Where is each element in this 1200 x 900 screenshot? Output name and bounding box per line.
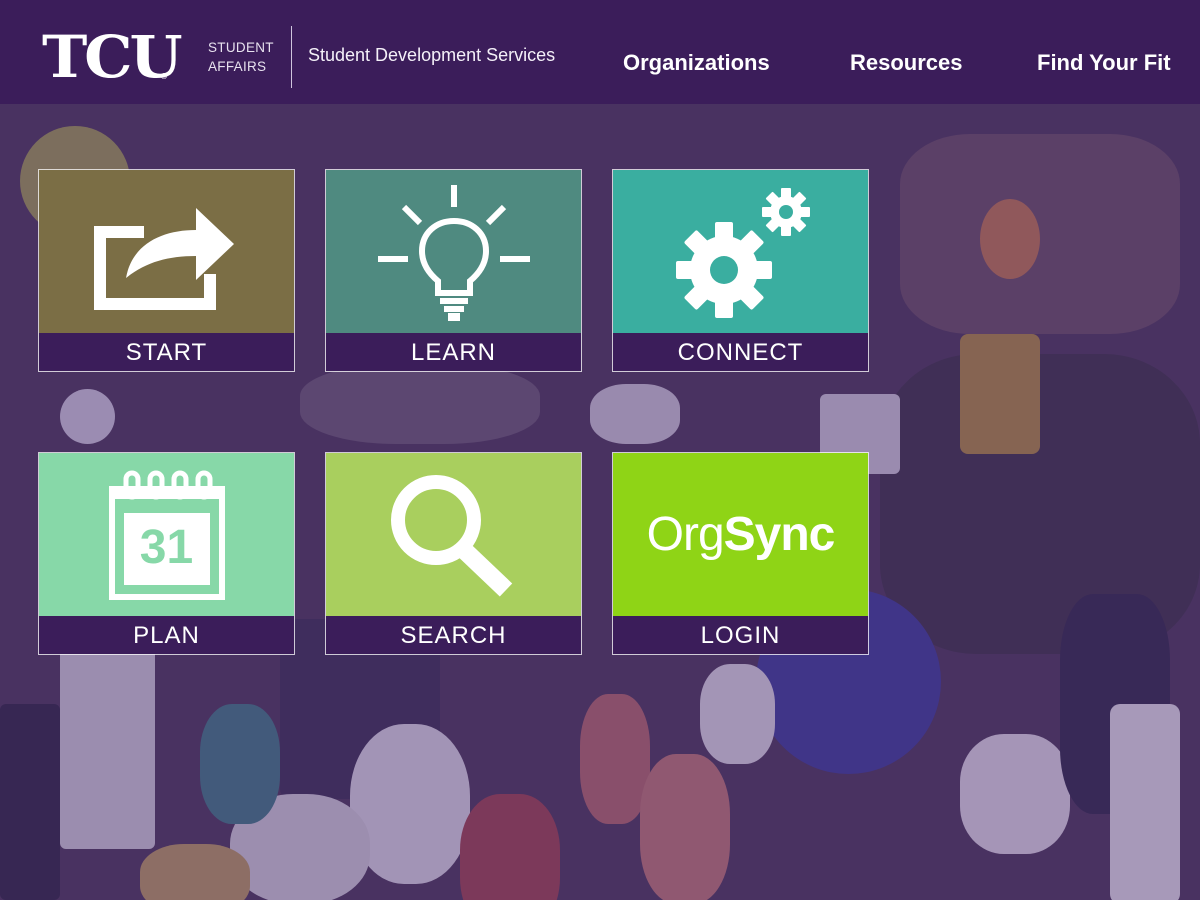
- orgsync-logo: OrgSync: [646, 507, 836, 562]
- orgsync-logo-org: Org: [646, 508, 725, 561]
- tile-login[interactable]: OrgSync LOGIN: [612, 452, 869, 655]
- gears-icon: [675, 187, 810, 318]
- tile-plan[interactable]: 31 PLAN: [38, 452, 295, 655]
- nav-find-your-fit[interactable]: Find Your Fit: [1037, 50, 1171, 76]
- lightbulb-icon: [377, 184, 530, 321]
- calendar-icon: 31: [108, 469, 226, 601]
- tile-learn[interactable]: LEARN: [325, 169, 582, 372]
- registered-mark: ®: [160, 72, 168, 81]
- tile-start-panel: [39, 170, 294, 333]
- tile-start-label: START: [39, 333, 294, 371]
- student-affairs-label: STUDENT AFFAIRS: [208, 38, 274, 76]
- tile-login-label: LOGIN: [613, 616, 868, 654]
- tile-learn-panel: [326, 170, 581, 333]
- tile-login-panel: OrgSync: [613, 453, 868, 616]
- header-divider: [291, 26, 292, 88]
- tile-connect-panel: [613, 170, 868, 333]
- orgsync-logo-sync: Sync: [723, 508, 836, 561]
- tile-learn-label: LEARN: [326, 333, 581, 371]
- department-title: Student Development Services: [308, 45, 556, 65]
- affairs-line-2: AFFAIRS: [208, 59, 267, 74]
- tile-connect-label: CONNECT: [613, 333, 868, 371]
- tile-plan-panel: 31: [39, 453, 294, 616]
- nav-organizations[interactable]: Organizations: [623, 50, 770, 76]
- tile-search-panel: [326, 453, 581, 616]
- site-header: TCU ® STUDENT AFFAIRS Student Developmen…: [0, 0, 1200, 104]
- calendar-day: 31: [139, 520, 194, 574]
- tile-plan-label: PLAN: [39, 616, 294, 654]
- tile-search[interactable]: SEARCH: [325, 452, 582, 655]
- tile-search-label: SEARCH: [326, 616, 581, 654]
- tile-start[interactable]: START: [38, 169, 295, 372]
- tcu-logo[interactable]: TCU: [42, 26, 183, 88]
- nav-resources[interactable]: Resources: [850, 50, 963, 76]
- share-arrow-icon: [93, 207, 234, 310]
- tile-connect[interactable]: CONNECT: [612, 169, 869, 372]
- magnifier-icon: [390, 474, 512, 597]
- affairs-line-1: STUDENT: [208, 40, 274, 55]
